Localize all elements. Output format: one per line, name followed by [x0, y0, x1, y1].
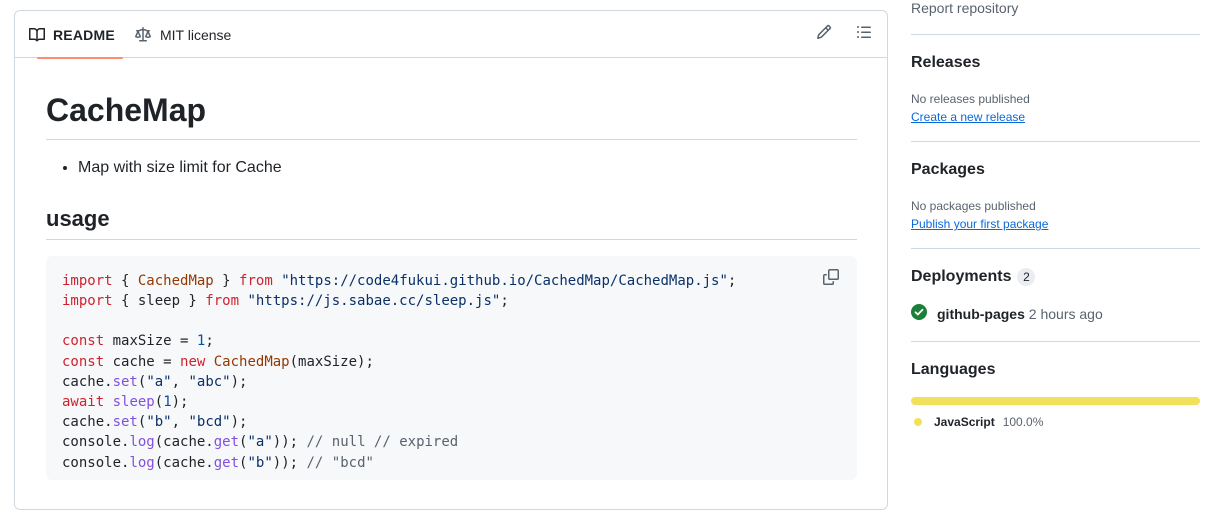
- check-circle-icon: [911, 304, 927, 323]
- packages-meta: No packages published: [911, 199, 1036, 213]
- repo-sidebar: Report repository Releases No releases p…: [911, 0, 1200, 429]
- report-repository-link[interactable]: Report repository: [911, 0, 1200, 17]
- code-block: import { CachedMap } from "https://code4…: [46, 255, 857, 480]
- deployments-count-badge: 2: [1017, 268, 1036, 286]
- releases-section: Releases No releases published Create a …: [911, 35, 1200, 126]
- book-icon: [29, 27, 45, 43]
- readme-tab-bar: README MIT license: [15, 11, 887, 59]
- language-percent: 100.0%: [1002, 415, 1044, 429]
- deployment-item[interactable]: github-pages 2 hours ago: [911, 304, 1200, 323]
- tab-license-label: MIT license: [160, 26, 232, 43]
- languages-heading: Languages: [911, 361, 996, 378]
- language-color-dot: [914, 418, 922, 426]
- publish-package-link[interactable]: Publish your first package: [911, 215, 1048, 233]
- copy-icon: [823, 268, 839, 289]
- deployment-time: 2 hours ago: [1028, 305, 1103, 322]
- packages-section: Packages No packages published Publish y…: [911, 142, 1200, 233]
- languages-section: Languages JavaScript 100.0%: [911, 342, 1200, 429]
- deployment-name: github-pages: [937, 305, 1025, 322]
- edit-button[interactable]: [815, 24, 833, 45]
- usage-heading: usage: [46, 206, 857, 240]
- list-item: Map with size limit for Cache: [78, 158, 857, 178]
- deployments-heading[interactable]: Deployments: [911, 267, 1011, 287]
- readme-actions: [815, 24, 873, 45]
- language-bar: [911, 397, 1200, 405]
- releases-heading[interactable]: Releases: [911, 53, 980, 73]
- readme-panel: README MIT license CacheMap Map with s: [14, 10, 888, 510]
- tab-mit-license[interactable]: MIT license: [134, 11, 231, 58]
- feature-list: Map with size limit for Cache: [46, 158, 857, 178]
- tab-readme-label: README: [53, 26, 115, 43]
- pencil-icon: [816, 24, 832, 45]
- create-release-link[interactable]: Create a new release: [911, 108, 1025, 126]
- outline-button[interactable]: [855, 25, 873, 43]
- readme-title: CacheMap: [46, 91, 857, 141]
- deployments-section: Deployments 2 github-pages 2 hours ago: [911, 249, 1200, 323]
- list-unordered-icon: [856, 24, 872, 45]
- law-icon: [134, 26, 152, 43]
- language-name: JavaScript: [934, 415, 995, 429]
- code-content: import { CachedMap } from "https://code4…: [62, 272, 737, 471]
- language-item[interactable]: JavaScript 100.0%: [911, 415, 1200, 429]
- readme-content: CacheMap Map with size limit for Cache u…: [46, 68, 857, 480]
- tab-readme[interactable]: README: [29, 11, 123, 59]
- releases-meta: No releases published: [911, 92, 1030, 106]
- copy-button[interactable]: [823, 268, 841, 289]
- packages-heading[interactable]: Packages: [911, 160, 985, 180]
